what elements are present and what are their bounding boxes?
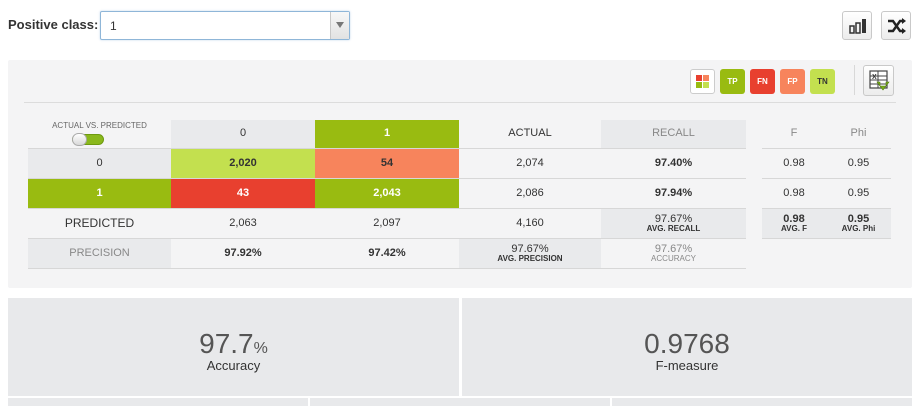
accuracy-label: Accuracy — [206, 358, 261, 373]
actual-vs-predicted-toggle[interactable] — [72, 133, 104, 146]
col-header-1[interactable]: 1 — [315, 120, 459, 148]
panel-divider — [24, 102, 896, 103]
actual-total-0: 2,074 — [516, 156, 544, 169]
avg-recall-cell: 97.67% AVG. RECALL — [601, 209, 746, 238]
metric-card-partial — [612, 398, 912, 406]
row-header-1[interactable]: 1 — [28, 179, 171, 208]
grid-line — [28, 208, 746, 209]
phi-header: Phi — [850, 127, 867, 140]
f-header: F — [790, 127, 798, 140]
accuracy-unit: % — [253, 340, 268, 357]
recall-1: 97.94% — [654, 186, 693, 199]
cell-fn[interactable]: 43 — [171, 179, 315, 208]
positive-class-value: 1 — [110, 19, 117, 33]
grid-line — [762, 238, 891, 239]
metric-card-partial — [310, 398, 610, 406]
grid-line — [28, 148, 746, 149]
avg-f-label: AVG. F — [780, 224, 808, 234]
f-1: 0.98 — [783, 186, 805, 199]
chart-view-button[interactable] — [842, 11, 872, 40]
avg-precision-cell: 97.67% AVG. PRECISION — [459, 239, 601, 268]
top-toolbar: Positive class: 1 — [0, 0, 920, 52]
export-excel-icon: X — [869, 70, 890, 91]
precision-label: PRECISION — [28, 239, 171, 268]
precision-0: 97.92% — [224, 246, 262, 259]
avg-recall-label: AVG. RECALL — [646, 224, 701, 234]
grand-total: 4,160 — [516, 216, 544, 229]
bar-chart-icon — [849, 19, 866, 34]
legend-fn-button[interactable]: FN — [750, 69, 775, 94]
accuracy-cell: 97.67% ACCURACY — [601, 239, 746, 268]
avg-f-cell: 0.98 AVG. F — [762, 209, 826, 238]
grid-line — [28, 238, 746, 239]
phi-1: 0.95 — [847, 186, 870, 199]
grid-line — [762, 148, 891, 149]
avg-phi-cell: 0.95 AVG. Phi — [826, 209, 891, 238]
shuffle-button[interactable] — [881, 11, 911, 40]
actual-vs-predicted-label: ACTUAL VS. PREDICTED — [52, 120, 147, 130]
positive-class-label: Positive class: — [8, 17, 99, 32]
chevron-down-icon[interactable] — [330, 12, 349, 39]
predicted-label: PREDICTED — [64, 216, 135, 231]
fmeasure-card: 0.9768 F-measure — [462, 298, 912, 396]
recall-header: RECALL — [601, 120, 746, 148]
fmeasure-label: F-measure — [655, 358, 719, 373]
avg-phi-label: AVG. Phi — [841, 224, 876, 234]
accuracy-small-label: ACCURACY — [651, 254, 696, 264]
legend-divider — [854, 65, 855, 95]
grid-line — [762, 208, 891, 209]
metric-card-partial — [8, 398, 308, 406]
f-0: 0.98 — [783, 156, 805, 169]
accuracy-value: 97.7 — [199, 328, 254, 359]
grid-line — [762, 178, 891, 179]
predicted-total-0: 2,063 — [229, 216, 257, 229]
actual-total-1: 2,086 — [516, 186, 544, 199]
actual-header: ACTUAL — [508, 127, 552, 140]
grid-line — [28, 268, 746, 269]
grid-line — [28, 178, 746, 179]
legend-tn-button[interactable]: TN — [810, 69, 835, 94]
phi-0: 0.95 — [847, 156, 870, 169]
col-header-0[interactable]: 0 — [171, 120, 315, 148]
fmeasure-value: 0.9768 — [644, 328, 730, 359]
precision-1: 97.42% — [368, 246, 406, 259]
cell-tp[interactable]: 2,043 — [315, 179, 459, 208]
shuffle-icon — [888, 18, 906, 34]
cell-tn[interactable]: 2,020 — [171, 149, 315, 178]
accuracy-metric: 97.7% — [8, 328, 459, 360]
avg-precision-label: AVG. PRECISION — [497, 254, 563, 264]
positive-class-select[interactable]: 1 — [100, 11, 350, 40]
legend-fp-button[interactable]: FP — [780, 69, 805, 94]
export-button[interactable]: X — [863, 65, 894, 96]
accuracy-card: 97.7% Accuracy — [8, 298, 459, 396]
svg-text:X: X — [872, 74, 877, 81]
predicted-total-1: 2,097 — [373, 216, 401, 229]
row-header-0[interactable]: 0 — [28, 149, 171, 178]
cell-fp[interactable]: 54 — [315, 149, 459, 178]
recall-0: 97.40% — [654, 156, 693, 169]
legend-tp-button[interactable]: TP — [720, 69, 745, 94]
color-grid-icon[interactable] — [690, 69, 715, 94]
